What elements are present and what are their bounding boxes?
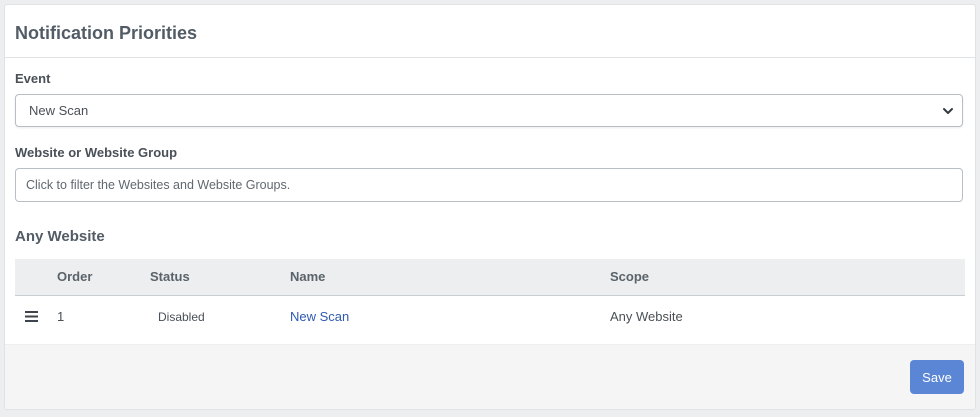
column-header-status: Status [150, 259, 290, 296]
column-header-scope: Scope [610, 259, 965, 296]
page-title: Notification Priorities [15, 22, 198, 43]
row-name-link[interactable]: New Scan [290, 309, 349, 324]
table-row: 1 Disabled New Scan Any Website [15, 295, 965, 338]
section-title: Any Website [15, 228, 105, 245]
column-header-handle [15, 259, 57, 296]
table-header-row: Order Status Name Scope [15, 259, 965, 296]
notification-priorities-card: Notification Priorities Event New Scan W… [4, 4, 976, 410]
drag-handle-icon[interactable] [15, 295, 57, 338]
row-order: 1 [57, 309, 65, 325]
save-button[interactable]: Save [910, 360, 964, 394]
status-badge: Disabled [158, 309, 205, 324]
event-label: Event [15, 71, 51, 86]
event-select[interactable]: New Scan [15, 94, 963, 127]
chevron-down-icon [942, 105, 954, 117]
website-label: Website or Website Group [15, 145, 178, 160]
priorities-table: Order Status Name Scope 1 Disabled New S… [15, 259, 965, 338]
event-select-value: New Scan [29, 103, 89, 118]
column-header-order: Order [57, 259, 150, 296]
website-filter-input[interactable] [15, 168, 963, 202]
card-header: Notification Priorities [5, 5, 975, 58]
card-footer: Save [5, 344, 975, 409]
row-name-cell: New Scan [290, 295, 610, 338]
column-header-name: Name [290, 259, 610, 296]
row-scope: Any Website [610, 309, 683, 325]
card-body: Event New Scan Website or Website Group … [5, 71, 975, 338]
